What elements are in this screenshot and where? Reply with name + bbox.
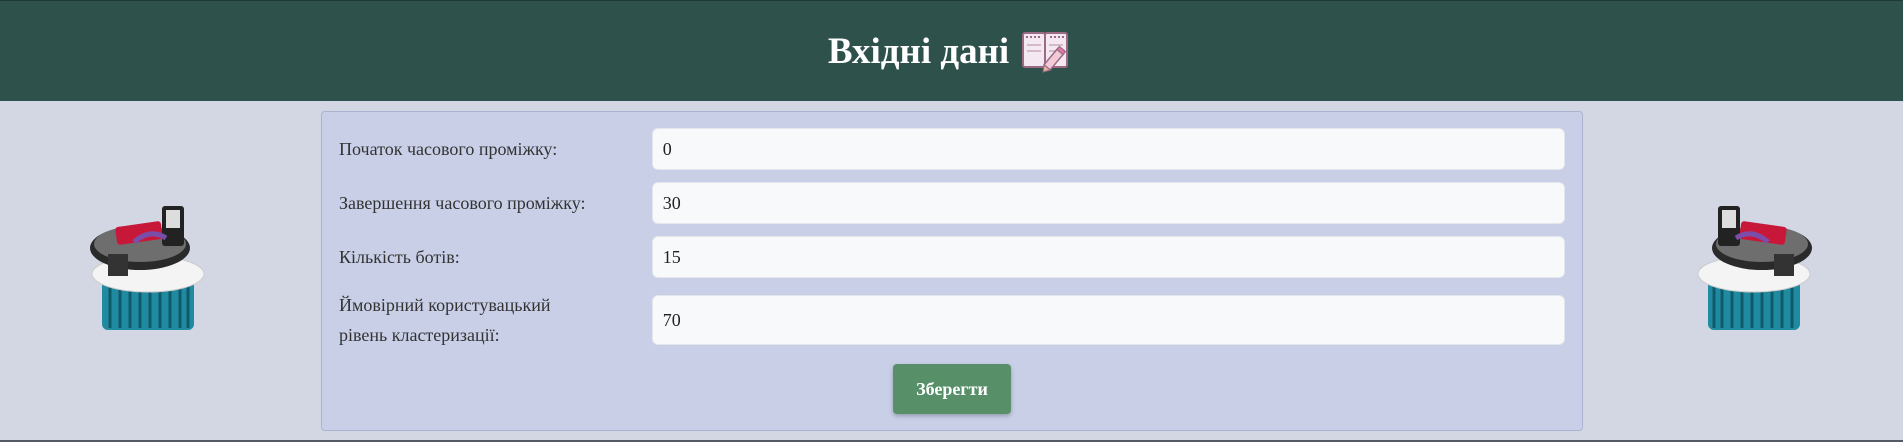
clustering-level-input[interactable] (651, 295, 1565, 345)
page-title: Вхідні дані (827, 30, 1010, 72)
clustering-level-label-line1: Ймовірний користувацький (339, 295, 551, 315)
start-time-input[interactable] (651, 128, 1565, 170)
page-title-group: Вхідні дані (828, 27, 1075, 75)
end-time-label: Завершення часового проміжку: (339, 193, 586, 213)
clustering-level-label-line2: рівень кластеризації: (339, 325, 500, 345)
clustering-level-label: Ймовірний користувацький рівень кластери… (339, 290, 652, 350)
robot-vacuum-image-left (78, 198, 218, 338)
bot-count-input[interactable] (651, 236, 1565, 278)
start-time-label: Початок часового проміжку: (339, 139, 558, 159)
form-row-end-time: Завершення часового проміжку: (339, 182, 1565, 224)
input-form-panel: Початок часового проміжку: Завершення ча… (321, 111, 1583, 431)
form-row-bot-count: Кількість ботів: (339, 236, 1565, 278)
save-button[interactable]: Зберегти (893, 364, 1011, 414)
form-row-clustering-level: Ймовірний користувацький рівень кластери… (339, 290, 1565, 350)
notebook-pencil-icon (1019, 27, 1075, 75)
robot-vacuum-image-right (1684, 198, 1824, 338)
bot-count-label: Кількість ботів: (339, 247, 460, 267)
page-header: Вхідні дані (0, 0, 1903, 101)
end-time-input[interactable] (651, 182, 1565, 224)
form-row-start-time: Початок часового проміжку: (339, 128, 1565, 170)
